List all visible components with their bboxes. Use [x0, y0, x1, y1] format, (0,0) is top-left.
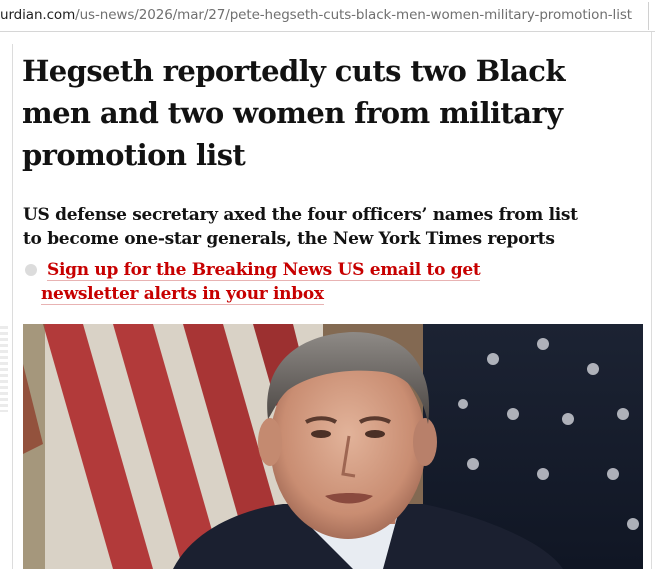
article-headline: Hegseth reportedly cuts two Black men an… [22, 54, 565, 172]
bullet-icon [25, 264, 37, 276]
address-bar[interactable]: urdian.com/us-news/2026/mar/27/pete-hegs… [0, 0, 655, 32]
article-standfirst: US defense secretary axed the four offic… [23, 205, 578, 249]
toolbar-divider [648, 2, 649, 30]
content-right-rule [651, 32, 652, 569]
article-main-image[interactable] [23, 324, 643, 569]
newsletter-link-text: Sign up for the Breaking News US email t… [41, 260, 481, 305]
article-gutter-rule [12, 44, 13, 569]
newsletter-signup-link[interactable]: Sign up for the Breaking News US email t… [23, 258, 583, 306]
url-host: urdian.com [0, 7, 76, 23]
portrait-photo [23, 324, 643, 569]
side-rail-graphic [0, 326, 8, 412]
url-path: /us-news/2026/mar/27/pete-hegseth-cuts-b… [75, 7, 632, 23]
url-text[interactable]: urdian.com/us-news/2026/mar/27/pete-hegs… [0, 7, 632, 23]
newsletter-signup: Sign up for the Breaking News US email t… [23, 258, 583, 306]
